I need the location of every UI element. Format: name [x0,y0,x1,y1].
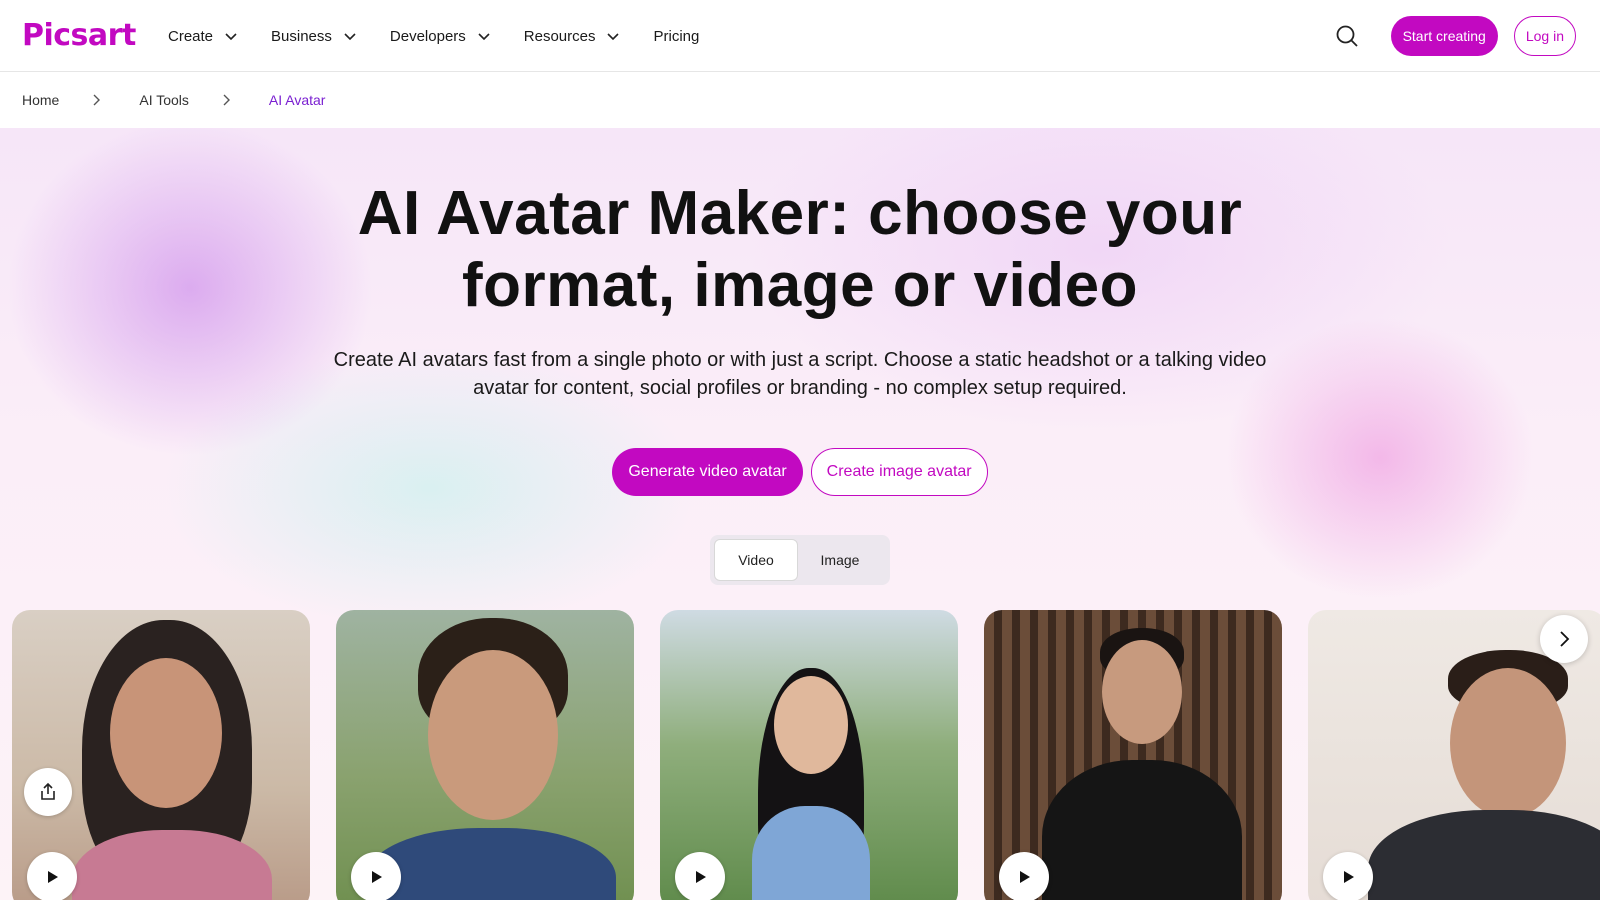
play-icon [1020,871,1030,883]
chevron-down-icon [225,33,237,41]
menu-create[interactable]: Create [168,28,239,45]
search-button[interactable] [1333,22,1361,50]
page-title-line-2: format, image or video [462,251,1138,320]
top-navigation: Picsart Create Business Developers Resou… [0,0,1600,72]
avatar-face [110,658,222,808]
avatar-face [1450,668,1566,818]
play-icon [1344,871,1354,883]
nav-actions: Start creating Log in [1333,0,1576,72]
menu-developers[interactable]: Developers [390,28,492,45]
play-icon [48,871,58,883]
hero-subtitle-line-1: Create AI avatars fast from a single pho… [333,349,1267,371]
share-button[interactable] [24,768,72,816]
menu-pricing[interactable]: Pricing [653,28,699,45]
avatar-card[interactable] [336,610,634,900]
play-button[interactable] [351,852,401,900]
menu-business[interactable]: Business [271,28,358,45]
chevron-down-icon [478,33,490,41]
hero-section: AI Avatar Maker: choose your format, ima… [0,128,1600,900]
avatar-face [1102,640,1182,744]
avatar-body [752,806,870,900]
toggle-image[interactable]: Image [798,539,882,581]
page-title-line-1: AI Avatar Maker: choose your [357,179,1243,248]
menu-resources-label: Resources [523,27,596,45]
breadcrumb-ai-avatar: AI Avatar [268,92,326,108]
avatar-face [774,676,848,774]
page-title: AI Avatar Maker: choose your format, ima… [0,178,1600,322]
login-button[interactable]: Log in [1513,16,1576,56]
picsart-logo[interactable]: Picsart [22,18,136,53]
breadcrumb-home[interactable]: Home [22,92,59,108]
hero-subtitle-line-2: avatar for content, social profiles or b… [473,377,1127,399]
breadcrumb: Home AI Tools AI Avatar [0,72,1600,128]
play-button[interactable] [999,852,1049,900]
avatar-card[interactable] [984,610,1282,900]
avatar-card[interactable] [660,610,958,900]
chevron-right-icon [223,94,230,106]
avatar-body [1042,760,1242,900]
breadcrumb-ai-tools[interactable]: AI Tools [139,92,189,108]
hero-subtitle: Create AI avatars fast from a single pho… [300,346,1300,402]
menu-business-label: Business [271,27,332,45]
format-toggle: Video Image [710,535,890,585]
start-creating-button[interactable]: Start creating [1390,16,1498,56]
menu-resources[interactable]: Resources [524,28,622,45]
chevron-down-icon [607,33,620,41]
chevron-right-icon [1560,631,1570,647]
share-icon [41,782,55,800]
create-image-avatar-button[interactable]: Create image avatar [810,448,988,496]
toggle-video[interactable]: Video [714,539,798,581]
avatar-card[interactable] [12,610,310,900]
menu-pricing-label: Pricing [653,27,700,45]
play-icon [696,871,706,883]
play-button[interactable] [27,852,77,900]
menu-create-label: Create [168,27,214,45]
main-menu: Create Business Developers Resources Pri… [168,0,731,72]
play-button[interactable] [1323,852,1373,900]
avatar-carousel [12,610,1600,900]
carousel-next-button[interactable] [1540,615,1588,663]
avatar-face [428,650,558,820]
play-button[interactable] [675,852,725,900]
search-icon [1336,25,1358,47]
play-icon [372,871,382,883]
generate-video-avatar-button[interactable]: Generate video avatar [612,448,803,496]
menu-developers-label: Developers [389,27,466,45]
chevron-right-icon [93,94,101,106]
cta-row: Generate video avatar Create image avata… [0,448,1600,496]
chevron-down-icon [344,33,356,41]
